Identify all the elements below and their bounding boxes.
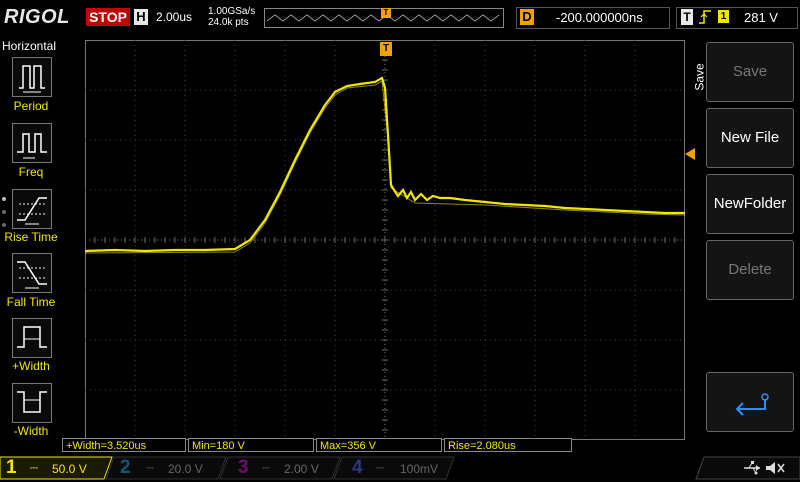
save-button-label: Save [732, 63, 768, 80]
channel-3-number[interactable]: 3 [238, 457, 249, 479]
new-file-button-label: New File [720, 129, 780, 146]
measurement-min[interactable]: Min=180 V [188, 438, 314, 452]
trigger-box[interactable] [676, 7, 798, 29]
trigger-level-marker[interactable] [685, 148, 695, 160]
waveform-overview: T [264, 8, 504, 28]
overview-trigger-marker: T [381, 8, 391, 18]
fall-time-icon[interactable] [12, 253, 52, 293]
channel-1-scale[interactable]: 50.0 V [52, 462, 87, 476]
speaker-muted-icon[interactable] [764, 459, 786, 482]
timebase-value[interactable]: 2.00us [156, 10, 192, 24]
menu-item-positive-width[interactable]: +Width [0, 359, 62, 373]
menu-page-dot [2, 223, 6, 227]
delay-label: D [520, 9, 534, 25]
dc-coupling-icon: ⎓ [262, 463, 270, 474]
menu-item-negative-width[interactable]: -Width [0, 424, 62, 438]
right-menu-title: Save [692, 63, 707, 91]
delay-value[interactable]: -200.000000ns [556, 10, 643, 25]
new-file-button[interactable]: New File [706, 108, 794, 168]
trigger-position-marker[interactable]: T [380, 42, 392, 56]
graticule [85, 40, 685, 440]
sample-info: 1.00GSa/s 24.0k pts [208, 6, 255, 28]
channel-2-number[interactable]: 2 [120, 457, 131, 479]
return-button[interactable] [706, 372, 794, 432]
new-folder-button-label: NewFolder [713, 195, 787, 212]
positive-width-icon[interactable] [12, 318, 52, 358]
rise-time-icon[interactable] [12, 189, 52, 229]
measurement-positive-width[interactable]: +Width=3.520us [62, 438, 186, 452]
delete-button-label: Delete [728, 261, 772, 278]
menu-item-freq[interactable]: Freq [0, 165, 62, 179]
trigger-level[interactable]: 281 V [744, 10, 778, 25]
menu-page-dot [2, 197, 6, 201]
channel-1-number[interactable]: 1 [6, 457, 17, 479]
menu-item-fall-time[interactable]: Fall Time [0, 295, 62, 309]
dc-coupling-icon: ⎓ [146, 463, 154, 474]
menu-item-rise-time[interactable]: Rise Time [0, 230, 62, 244]
left-menu-title: Horizontal [2, 39, 57, 53]
trigger-label: T [681, 9, 693, 25]
channel-3-scale[interactable]: 2.00 V [284, 462, 319, 476]
save-button[interactable]: Save [706, 42, 794, 102]
period-icon[interactable] [12, 57, 52, 97]
rising-edge-icon [698, 9, 712, 28]
menu-page-dot [2, 210, 6, 214]
measurement-max[interactable]: Max=356 V [316, 438, 442, 452]
negative-width-icon[interactable] [12, 383, 52, 423]
waveform-display[interactable]: T [85, 40, 695, 440]
brand-logo: RIGOL [4, 6, 70, 28]
return-arrow-icon [735, 393, 769, 416]
timebase-label: H [134, 9, 148, 25]
frequency-icon[interactable] [12, 123, 52, 163]
usb-icon [742, 459, 762, 482]
sample-rate: 1.00GSa/s [208, 6, 256, 17]
memory-depth: 24.0k pts [208, 17, 249, 28]
delete-button[interactable]: Delete [706, 240, 794, 300]
run-stop-indicator[interactable]: STOP [86, 8, 130, 26]
measurement-rise[interactable]: Rise=2.080us [444, 438, 572, 452]
channel-4-number[interactable]: 4 [352, 457, 363, 479]
channel-4-scale[interactable]: 100mV [400, 462, 438, 476]
menu-item-period[interactable]: Period [0, 99, 62, 113]
new-folder-button[interactable]: NewFolder [706, 174, 794, 234]
trigger-source: 1 [718, 10, 729, 23]
dc-coupling-icon: ⎓ [30, 463, 38, 474]
channel-2-scale[interactable]: 20.0 V [168, 462, 203, 476]
dc-coupling-icon: ⎓ [376, 463, 384, 474]
